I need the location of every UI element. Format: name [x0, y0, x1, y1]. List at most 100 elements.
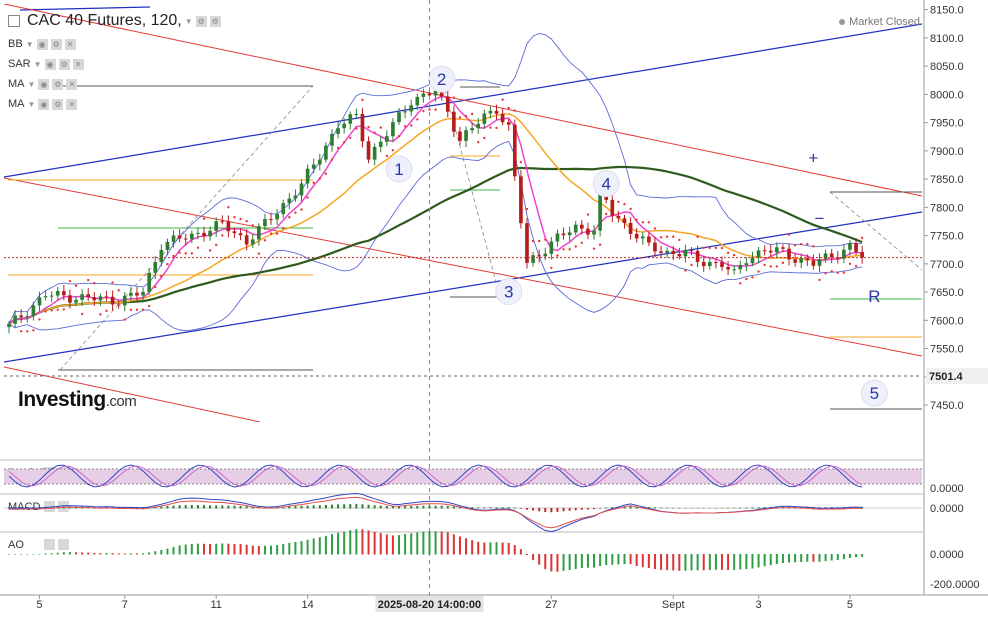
close-icon[interactable]: ✕ [66, 98, 78, 110]
macd-hist-bar [227, 505, 230, 509]
panel-label: MACD [8, 501, 40, 513]
ao-bar [800, 554, 803, 562]
sar-dot [483, 136, 486, 140]
panel-label: AO [8, 539, 24, 551]
sar-dot [44, 310, 47, 313]
ao-bar [818, 554, 821, 562]
candle-body [452, 111, 456, 132]
candle-body [817, 259, 822, 266]
macd-hist-bar [684, 508, 687, 509]
ao-bar [300, 541, 303, 555]
y-tick-label: 7450.0 [930, 400, 964, 412]
sar-dot [635, 218, 638, 222]
eye-icon[interactable]: ◉ [36, 38, 48, 50]
sar-dot [739, 282, 742, 285]
sar-dot [428, 108, 431, 111]
macd-hist-bar [550, 508, 553, 513]
sar-dot [62, 308, 66, 311]
ao-bar [483, 542, 486, 555]
candle-body [196, 232, 200, 234]
gear-icon[interactable]: ⚙ [50, 38, 62, 50]
close-icon[interactable]: ✕ [66, 78, 78, 90]
settings-icon[interactable]: ⚙ [195, 15, 207, 27]
close-icon[interactable]: ✕ [72, 58, 84, 70]
candle-body [689, 249, 694, 251]
chevron-down-icon[interactable]: ▼ [34, 60, 42, 69]
macd-hist-bar [495, 507, 498, 509]
macd-hist-bar [605, 507, 608, 509]
sar-dot [672, 235, 675, 238]
ao-bar [513, 545, 516, 555]
chevron-down-icon[interactable]: ▼ [28, 100, 36, 109]
sar-dot [647, 221, 651, 224]
candle-body [238, 233, 243, 236]
sar-dot [93, 281, 96, 285]
macd-hist-bar [245, 506, 248, 509]
ao-bar [775, 554, 778, 565]
ao-bar [203, 543, 206, 555]
indicator-row-sar[interactable]: SAR ▼ ◉ ⚙ ✕ [8, 58, 84, 70]
candle-body [555, 233, 560, 242]
macd-hist-bar [629, 506, 632, 509]
sar-dot [178, 251, 181, 254]
sar-dot [68, 279, 72, 283]
ao-bar [739, 554, 742, 570]
candle-body [720, 262, 724, 267]
ao-bar [593, 554, 596, 568]
candle-body [573, 224, 578, 233]
settings-icon-2[interactable]: ⚙ [209, 15, 221, 27]
gear-icon[interactable]: ⚙ [58, 58, 70, 70]
macd-hist-bar [306, 505, 309, 509]
select-checkbox[interactable] [8, 15, 20, 27]
price-chart[interactable]: 8150.0 8100.0 8050.0 8000.0 7950.0 7900.0 7850… [0, 0, 988, 619]
candle-body [104, 296, 109, 298]
gear-icon[interactable]: ⚙ [52, 78, 64, 90]
ao-bar [361, 529, 364, 555]
ao-bar [586, 554, 589, 568]
gear-icon[interactable]: ⚙ [52, 98, 64, 110]
candle-body [488, 110, 493, 114]
eye-icon[interactable]: ◉ [44, 58, 56, 70]
close-icon[interactable]: ✕ [64, 38, 76, 50]
indicator-row-bb[interactable]: BB ▼ ◉ ⚙ ✕ [8, 38, 76, 50]
y-tick-label: 7650.0 [930, 287, 964, 299]
sar-dot [757, 270, 760, 273]
sar-dot [336, 146, 340, 150]
ao-bar [544, 554, 547, 570]
macd-hist-bar [233, 505, 236, 509]
sar-dot [239, 217, 242, 221]
indicator-row-ma2[interactable]: MA ▼ ◉ ⚙ ✕ [8, 98, 78, 110]
candle-body [141, 291, 145, 296]
candle-body [762, 250, 767, 252]
title-dropdown-icon[interactable]: ▼ [185, 17, 193, 26]
sar-dot [470, 112, 474, 116]
sar-dot [818, 278, 821, 282]
candle-body [214, 221, 219, 231]
candle-body [567, 232, 572, 236]
sar-dot [373, 131, 376, 135]
macd-hist-bar [556, 508, 559, 512]
macd-hist-bar [739, 507, 742, 509]
panel-icon [58, 539, 69, 550]
eye-icon[interactable]: ◉ [38, 78, 50, 90]
candle-body [7, 323, 11, 328]
ao-bar [190, 543, 193, 555]
chevron-down-icon[interactable]: ▼ [26, 40, 34, 49]
ao-bar [8, 554, 10, 555]
candle-body [628, 223, 633, 234]
logo-main: Investing [18, 388, 106, 411]
ao-bar [477, 541, 480, 555]
candle-body [525, 223, 529, 263]
y-tick-label: 7850.0 [930, 174, 964, 186]
ao-bar [605, 554, 608, 565]
candle-body [372, 146, 377, 160]
macd-hist-bar [410, 505, 413, 509]
indicator-row-ma1[interactable]: MA ▼ ◉ ⚙ ✕ [8, 78, 78, 90]
chevron-down-icon[interactable]: ▼ [28, 80, 36, 89]
macd-hist-bar [599, 508, 602, 509]
indicator-label: MA [8, 98, 25, 110]
sar-dot [842, 271, 846, 274]
sar-dot [836, 271, 839, 274]
eye-icon[interactable]: ◉ [38, 98, 50, 110]
macd-hist-bar [349, 504, 352, 509]
